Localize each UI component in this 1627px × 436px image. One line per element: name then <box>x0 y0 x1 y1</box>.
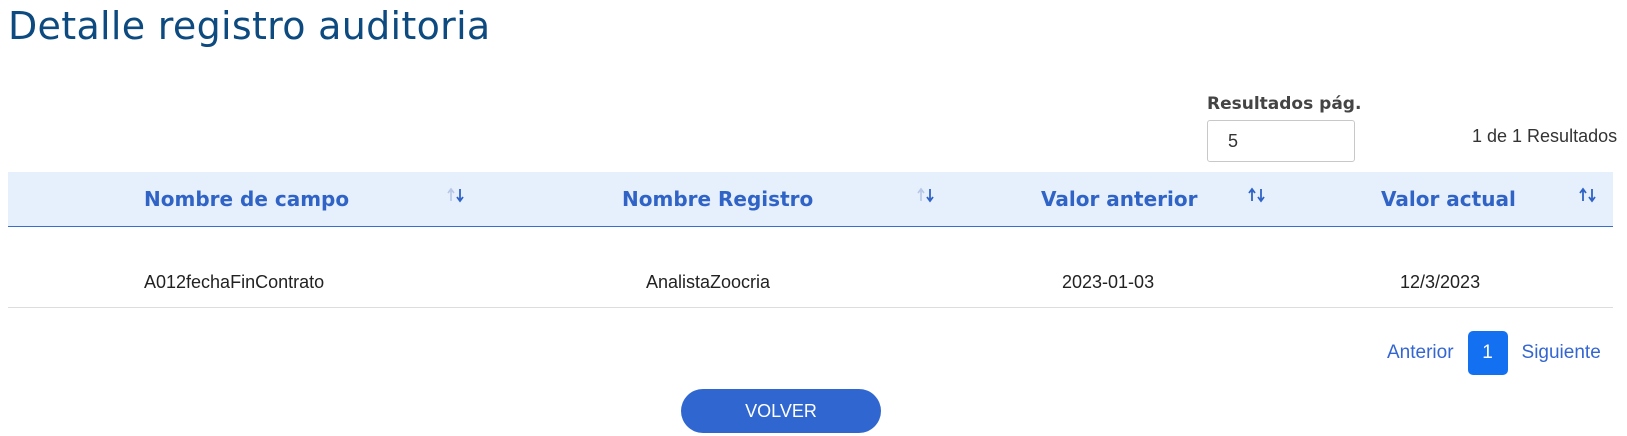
column-label: Valor actual <box>1381 187 1516 211</box>
back-button[interactable]: VOLVER <box>681 389 881 433</box>
next-page-link[interactable]: Siguiente <box>1522 342 1601 364</box>
column-header-previous-value: Valor anterior <box>1041 172 1197 226</box>
audit-table: Nombre de campo Nombre Registro Valor an… <box>8 172 1613 308</box>
previous-page-link[interactable]: Anterior <box>1387 342 1454 364</box>
column-label: Valor anterior <box>1041 187 1198 211</box>
column-header-record-name: Nombre Registro <box>622 172 813 226</box>
sort-arrows-icon[interactable] <box>1577 186 1599 204</box>
table-header: Nombre de campo Nombre Registro Valor an… <box>8 172 1613 227</box>
column-label: Nombre de campo <box>144 187 350 211</box>
page-size-label: Resultados pág. <box>1207 94 1362 114</box>
results-summary: 1 de 1 Resultados <box>1472 126 1618 146</box>
table-row: A012fechaFinContrato AnalistaZoocria 202… <box>8 227 1613 308</box>
column-label: Nombre Registro <box>622 187 814 211</box>
page-title: Detalle registro auditoria <box>8 4 491 48</box>
page-size-input[interactable] <box>1207 120 1355 162</box>
table-cell: 12/3/2023 <box>1400 272 1481 292</box>
sort-arrows-icon[interactable] <box>915 186 937 204</box>
table-cell: AnalistaZoocria <box>646 272 771 292</box>
page-number-button[interactable]: 1 <box>1467 331 1508 375</box>
table-cell: 2023-01-03 <box>1062 272 1155 292</box>
sort-arrows-icon[interactable] <box>1246 186 1268 204</box>
column-header-field-name: Nombre de campo <box>144 172 349 226</box>
pagination: Anterior 1 Siguiente <box>1387 331 1601 375</box>
column-header-current-value: Valor actual <box>1381 172 1516 226</box>
table-cell: A012fechaFinContrato <box>144 272 325 292</box>
sort-arrows-icon[interactable] <box>445 186 467 204</box>
